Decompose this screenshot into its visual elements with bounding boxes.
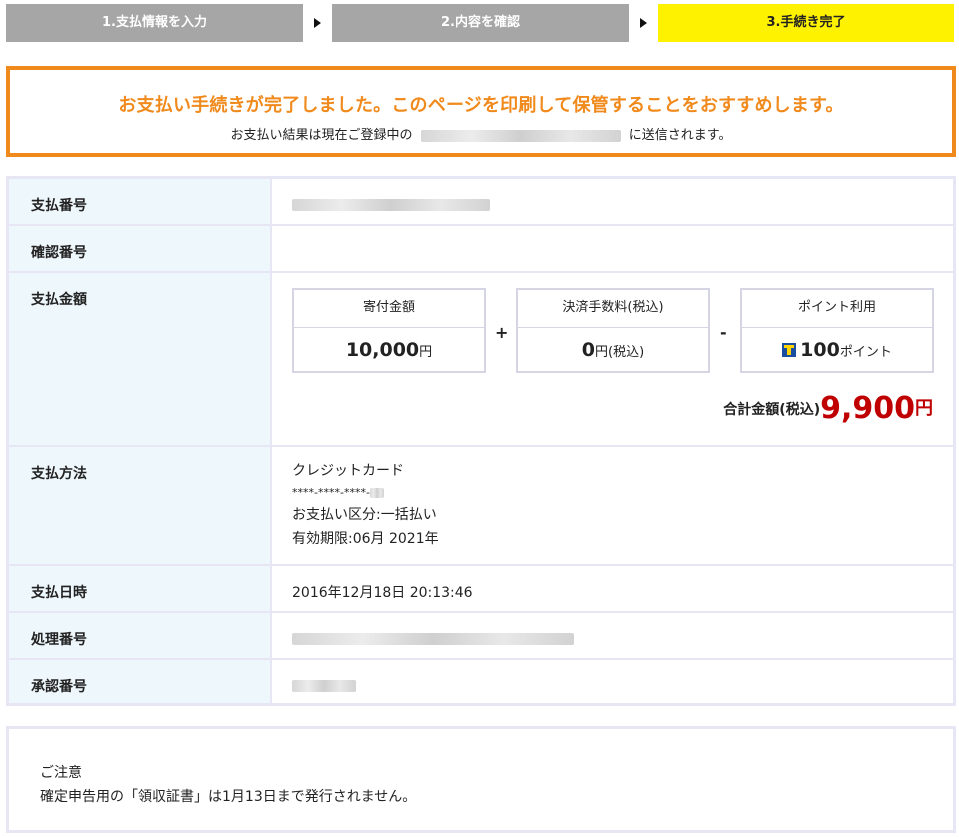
confirmation-number-value: [272, 226, 953, 271]
minus-sign: -: [720, 323, 727, 342]
plus-sign: +: [495, 323, 509, 342]
card-number: ****-****-****-: [292, 483, 953, 503]
redacted-process-number: [292, 632, 574, 645]
method-type: クレジットカード: [292, 463, 404, 479]
caution-title: ご注意: [40, 765, 82, 781]
total-label: 合計金額(税込): [723, 402, 821, 418]
datetime-value: 2016年12月18日 20:13:46: [272, 566, 953, 611]
donation-amount-box: 寄付金額 10,000円: [292, 288, 486, 373]
redacted-payment-number: [292, 198, 490, 211]
row-confirmation-number: 確認番号: [9, 226, 953, 271]
fee-unit: 円(税込): [595, 345, 645, 360]
fee-box: 決済手数料(税込) 0円(税込): [516, 288, 710, 373]
completion-notice: お支払い手続きが完了しました。このページを印刷して保管することをおすすめします。…: [6, 66, 956, 157]
donation-value: 10,000: [345, 339, 420, 361]
step-arrow-icon: [314, 18, 321, 28]
row-payment-method: 支払方法 クレジットカード ****-****-****- お支払い区分:一括払…: [9, 447, 953, 564]
amount-label: 支払金額: [9, 273, 270, 445]
payment-number-label: 支払番号: [9, 179, 270, 224]
redacted-card-digits: [369, 488, 384, 498]
notice-sub-before: お支払い結果は現在ご登録中の: [230, 128, 413, 143]
point-label: ポイント利用: [742, 290, 932, 328]
point-unit: ポイント: [839, 345, 892, 360]
point-value: 100: [800, 339, 840, 361]
datetime-label: 支払日時: [9, 566, 270, 611]
caution-box: ご注意 確定申告用の「領収証書」は1月13日まで発行されません。: [6, 726, 956, 833]
step-confirm: 2.内容を確認: [332, 4, 629, 42]
donation-label: 寄付金額: [294, 290, 484, 328]
row-process-number: 処理番号: [9, 613, 953, 658]
step-arrow-icon: [640, 18, 647, 28]
total-amount: 合計金額(税込)9,900円: [723, 391, 933, 426]
step-input: 1.支払情報を入力: [6, 4, 303, 42]
notice-sub-after: に送信されます。: [628, 128, 732, 143]
redacted-approval-number: [292, 679, 356, 692]
payment-division: お支払い区分:一括払い: [292, 507, 437, 523]
redacted-email: [420, 129, 621, 142]
progress-steps: 1.支払情報を入力 2.内容を確認 3.手続き完了: [6, 4, 954, 42]
notice-subtext: お支払い結果は現在ご登録中の に送信されます。: [10, 124, 952, 143]
row-payment-datetime: 支払日時 2016年12月18日 20:13:46: [9, 566, 953, 611]
total-value: 9,900: [820, 391, 915, 426]
row-approval-number: 承認番号: [9, 660, 953, 703]
process-number-label: 処理番号: [9, 613, 270, 658]
caution-text: 確定申告用の「領収証書」は1月13日まで発行されません。: [40, 789, 417, 805]
row-payment-number: 支払番号: [9, 179, 953, 224]
total-unit: 円: [915, 398, 933, 419]
notice-title: お支払い手続きが完了しました。このページを印刷して保管することをおすすめします。: [118, 95, 844, 116]
t-point-icon: [782, 343, 797, 357]
method-label: 支払方法: [9, 447, 270, 564]
confirmation-number-label: 確認番号: [9, 226, 270, 271]
row-amount: 支払金額 寄付金額 10,000円 + 決済手数料(税込) 0円(税込) - ポ…: [9, 273, 953, 445]
card-expiry: 有効期限:06月 2021年: [292, 531, 439, 547]
point-box: ポイント利用 100ポイント: [740, 288, 934, 373]
fee-value: 0: [581, 339, 596, 361]
payment-details-table: 支払番号 確認番号 支払金額 寄付金額 10,000円 + 決済手数料(税込) …: [6, 176, 956, 706]
step-complete: 3.手続き完了: [658, 4, 954, 42]
donation-unit: 円: [419, 345, 433, 360]
fee-label: 決済手数料(税込): [518, 290, 708, 328]
approval-number-label: 承認番号: [9, 660, 270, 703]
